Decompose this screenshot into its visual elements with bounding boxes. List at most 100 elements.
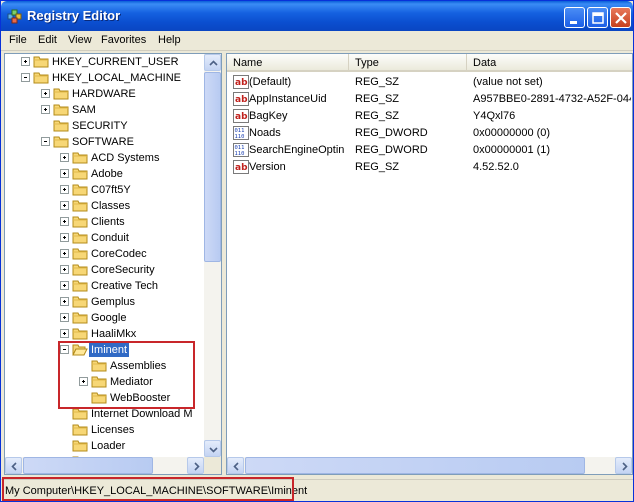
expand-node-button[interactable] (41, 105, 50, 114)
folder-icon (72, 184, 88, 196)
value-row[interactable]: ab AppInstanceUid REG_SZ A957BBE0-2891-4732… (227, 91, 632, 108)
tree-node[interactable]: SOFTWARE (5, 134, 204, 150)
value-row[interactable]: 011 110 Noads REG_DWORD 0x00000000 (0) (227, 125, 632, 142)
tree-node[interactable]: Adobe (5, 166, 204, 182)
list-horizontal-scroll-thumb[interactable] (245, 457, 585, 474)
tree-node-label: ACD Systems (91, 152, 160, 164)
tree-node[interactable]: HARDWARE (5, 86, 204, 102)
column-header-name[interactable]: Name (227, 54, 349, 72)
chevron-left-icon (233, 462, 239, 471)
value-data: 0x00000001 (1) (473, 144, 551, 156)
plus-icon (63, 204, 66, 207)
tree-node[interactable]: Loader (5, 438, 204, 454)
expand-node-button[interactable] (21, 57, 30, 66)
tree-vertical-scroll-thumb[interactable] (204, 72, 221, 262)
tree-horizontal-scroll-thumb[interactable] (23, 457, 153, 474)
annotation-highlight-iminent-key (58, 341, 195, 409)
expand-node-button[interactable] (60, 217, 69, 226)
tree-node[interactable]: Licenses (5, 422, 204, 438)
column-header-type[interactable]: Type (349, 54, 467, 72)
expand-node-button[interactable] (60, 169, 69, 178)
folder-icon (72, 264, 88, 276)
folder-icon (53, 120, 69, 132)
close-button[interactable] (610, 7, 631, 28)
collapse-node-button[interactable] (41, 137, 50, 146)
value-name: Noads (249, 127, 281, 139)
scroll-down-button[interactable] (204, 440, 221, 457)
minimize-icon (570, 21, 577, 24)
chevron-down-icon (209, 447, 218, 453)
expand-node-button[interactable] (60, 297, 69, 306)
folder-icon (72, 248, 88, 260)
scroll-up-button[interactable] (204, 54, 221, 71)
title-bar[interactable]: Registry Editor (1, 1, 633, 31)
expand-node-button[interactable] (60, 249, 69, 258)
expand-node-button[interactable] (60, 153, 69, 162)
minimize-button[interactable] (564, 7, 585, 28)
tree-horizontal-scrollbar[interactable] (5, 457, 204, 474)
registry-values-list[interactable]: Name Type Data ab (Default) REG_SZ (value n… (226, 53, 633, 475)
tree-node-label: SOFTWARE (72, 136, 134, 148)
registry-editor-icon (7, 9, 22, 24)
expand-node-button[interactable] (41, 89, 50, 98)
tree-node[interactable]: CoreSecurity (5, 262, 204, 278)
tree-node[interactable]: C07ft5Y (5, 182, 204, 198)
list-horizontal-scrollbar[interactable] (227, 457, 632, 474)
svg-text:110: 110 (235, 151, 245, 157)
scroll-left-button[interactable] (227, 457, 244, 474)
tree-node[interactable]: Classes (5, 198, 204, 214)
menu-view[interactable]: View (68, 34, 92, 46)
tree-node-label: HKEY_CURRENT_USER (52, 56, 179, 68)
tree-node[interactable]: Gemplus (5, 294, 204, 310)
expand-node-button[interactable] (60, 201, 69, 210)
value-row[interactable]: ab Version REG_SZ 4.52.52.0 (227, 159, 632, 176)
menu-help[interactable]: Help (158, 34, 181, 46)
menu-edit[interactable]: Edit (38, 34, 57, 46)
value-row[interactable]: ab BagKey REG_SZ Y4Qxl76 (227, 108, 632, 125)
maximize-icon (592, 12, 604, 24)
folder-icon (53, 136, 69, 148)
registry-key-tree[interactable]: HKEY_CURRENT_USER HKEY_LOCAL_MACHINE HARDW… (4, 53, 222, 475)
tree-node[interactable]: HKEY_LOCAL_MACHINE (5, 70, 204, 86)
value-type: REG_SZ (355, 76, 400, 88)
maximize-button[interactable] (587, 7, 608, 28)
expand-node-button[interactable] (60, 233, 69, 242)
expand-node-button[interactable] (60, 281, 69, 290)
scroll-right-button[interactable] (615, 457, 632, 474)
tree-node[interactable]: HaaliMkx (5, 326, 204, 342)
tree-node-label: SECURITY (72, 120, 128, 132)
tree-node[interactable]: Clients (5, 214, 204, 230)
value-row[interactable]: ab (Default) REG_SZ (value not set) (227, 74, 632, 91)
tree-node[interactable]: ACD Systems (5, 150, 204, 166)
registry-editor-window: Registry Editor File Edit View Favorites… (0, 0, 634, 502)
collapse-node-button[interactable] (21, 73, 30, 82)
tree-node[interactable]: HKEY_CURRENT_USER (5, 54, 204, 70)
value-type: REG_DWORD (355, 127, 428, 139)
value-type: REG_SZ (355, 93, 400, 105)
expand-node-button[interactable] (60, 313, 69, 322)
expand-node-button[interactable] (60, 265, 69, 274)
expand-node-button[interactable] (60, 185, 69, 194)
menu-file[interactable]: File (9, 34, 27, 46)
value-row[interactable]: 011 110 SearchEngineOptin REG_DWORD 0x000000… (227, 142, 632, 159)
tree-node-label: Gemplus (91, 296, 136, 308)
folder-icon (72, 152, 88, 164)
close-icon (615, 12, 627, 24)
scroll-right-button[interactable] (187, 457, 204, 474)
tree-node-label: Licenses (91, 424, 135, 436)
value-data: A957BBE0-2891-4732-A52F-044 (473, 93, 631, 105)
tree-node[interactable]: CoreCodec (5, 246, 204, 262)
chevron-right-icon (194, 462, 200, 471)
tree-node[interactable]: SECURITY (5, 118, 204, 134)
expand-node-button[interactable] (60, 329, 69, 338)
binary-value-icon: 011110 (233, 126, 249, 140)
tree-node[interactable]: Google (5, 310, 204, 326)
tree-node[interactable]: Creative Tech (5, 278, 204, 294)
tree-node[interactable]: Conduit (5, 230, 204, 246)
tree-vertical-scrollbar[interactable] (204, 54, 221, 457)
scroll-left-button[interactable] (5, 457, 22, 474)
value-data: (value not set) (473, 76, 543, 88)
tree-node[interactable]: SAM (5, 102, 204, 118)
column-header-data[interactable]: Data (467, 54, 632, 72)
menu-favorites[interactable]: Favorites (101, 34, 146, 46)
